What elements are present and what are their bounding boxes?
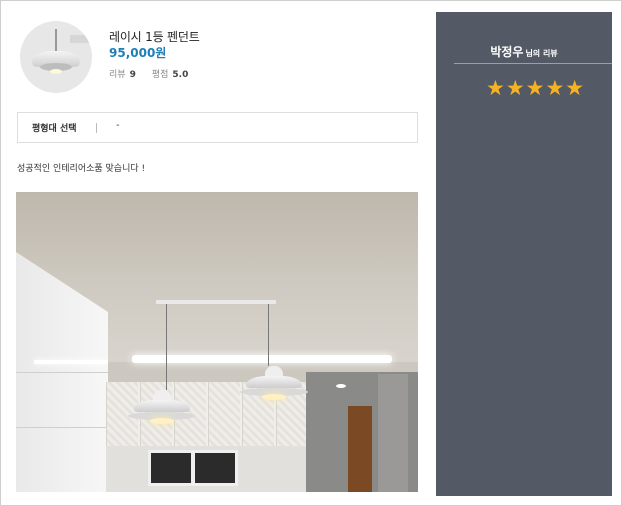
review-detail-window: 레이시 1등 펜던트 95,000원 리뷰 9 평점 5.0 평형대 선택 - 성공적… <box>0 0 622 506</box>
reviewer-name: 박정우 <box>490 45 524 59</box>
photo-left-led <box>34 360 108 364</box>
option-label: 평형대 선택 <box>32 124 77 134</box>
photo-led-bar <box>132 355 392 363</box>
product-name[interactable]: 레이시 1등 펜던트 <box>109 28 200 45</box>
photo-ceiling-track <box>156 300 276 304</box>
panel-divider <box>454 63 612 64</box>
thumb-shelf <box>70 35 92 43</box>
review-count-label: 리뷰 <box>109 70 126 80</box>
review-photo[interactable] <box>16 192 418 492</box>
option-value: - <box>116 120 120 131</box>
product-meta: 리뷰 9 평점 5.0 <box>109 67 188 80</box>
review-comment: 성공적인 인테리어소품 맞습니다 ! <box>17 164 146 174</box>
review-count: 9 <box>129 70 136 80</box>
reviewer-panel: 박정우 님의 리뷰 ★★★★★ <box>436 12 612 496</box>
product-thumbnail[interactable] <box>20 21 92 93</box>
product-price: 95,000원 <box>109 46 167 60</box>
reviewer-suffix: 님의 리뷰 <box>525 49 558 58</box>
thumb-lamp-rod <box>55 29 57 53</box>
option-row: 평형대 선택 - <box>17 112 418 143</box>
star-rating: ★★★★★ <box>486 76 586 100</box>
photo-hallway <box>306 372 418 492</box>
rating-label: 평점 <box>151 70 169 80</box>
reviewer-heading: 박정우 님의 리뷰 <box>436 41 612 60</box>
rating-value: 5.0 <box>172 70 189 80</box>
option-divider <box>96 123 97 133</box>
thumb-lamp-glow <box>50 69 62 74</box>
photo-window <box>148 450 238 486</box>
